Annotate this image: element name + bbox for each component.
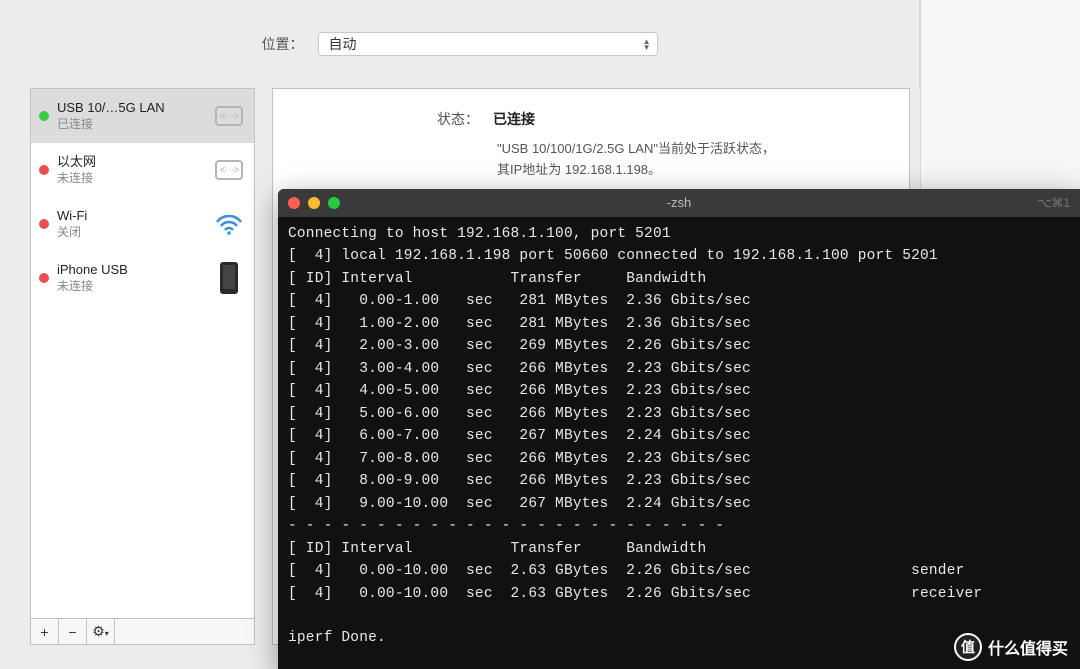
location-value: 自动 — [329, 34, 357, 54]
terminal-shortcut-hint: ⌥⌘1 — [1037, 194, 1070, 213]
sidebar-item-0[interactable]: USB 10/…5G LAN已连接 — [31, 89, 254, 143]
status-dot-icon — [39, 165, 49, 175]
status-desc-line: 其IP地址为 192.168.1.198。 — [497, 160, 885, 181]
status-value: 已连接 — [493, 109, 535, 129]
sidebar-item-text: iPhone USB未连接 — [57, 262, 204, 294]
status-label: 状态： — [437, 109, 479, 129]
status-dot-icon — [39, 273, 49, 283]
sidebar-item-sub: 关闭 — [57, 225, 204, 241]
sidebar-item-title: Wi-Fi — [57, 208, 204, 225]
settings-button[interactable]: ⚙︎▾ — [87, 619, 115, 644]
sidebar-item-sub: 未连接 — [57, 171, 204, 187]
watermark-text: 什么值得买 — [988, 635, 1068, 659]
sidebar-item-2[interactable]: Wi-Fi关闭 — [31, 197, 254, 251]
location-select[interactable]: 自动 ▲▼ — [318, 32, 658, 56]
sidebar-item-title: 以太网 — [57, 154, 204, 171]
network-sidebar: USB 10/…5G LAN已连接以太网未连接Wi-Fi关闭iPhone USB… — [30, 88, 255, 645]
terminal-body[interactable]: Connecting to host 192.168.1.100, port 5… — [278, 217, 1080, 656]
ethernet-icon — [212, 99, 246, 133]
wifi-icon — [212, 207, 246, 241]
add-button[interactable]: + — [31, 619, 59, 644]
remove-button[interactable]: − — [59, 619, 87, 644]
terminal-titlebar[interactable]: -zsh ⌥⌘1 — [278, 189, 1080, 217]
sidebar-item-title: iPhone USB — [57, 262, 204, 279]
network-interface-list: USB 10/…5G LAN已连接以太网未连接Wi-Fi关闭iPhone USB… — [31, 89, 254, 618]
chevron-up-down-icon: ▲▼ — [643, 39, 651, 50]
location-label: 位置： — [262, 34, 304, 54]
sidebar-item-3[interactable]: iPhone USB未连接 — [31, 251, 254, 305]
plus-icon: + — [40, 624, 48, 640]
sidebar-item-sub: 已连接 — [57, 117, 204, 133]
status-dot-icon — [39, 219, 49, 229]
sidebar-item-text: 以太网未连接 — [57, 154, 204, 186]
ethernet-icon — [212, 153, 246, 187]
sidebar-item-sub: 未连接 — [57, 279, 204, 295]
sidebar-item-text: Wi-Fi关闭 — [57, 208, 204, 240]
minus-icon: − — [68, 624, 76, 640]
status-dot-icon — [39, 111, 49, 121]
iphone-icon — [212, 261, 246, 295]
terminal-title: -zsh — [278, 193, 1080, 213]
gear-icon: ⚙︎▾ — [92, 623, 109, 640]
sidebar-item-1[interactable]: 以太网未连接 — [31, 143, 254, 197]
location-bar: 位置： 自动 ▲▼ — [0, 0, 920, 88]
sidebar-item-title: USB 10/…5G LAN — [57, 100, 204, 117]
status-desc-line: "USB 10/100/1G/2.5G LAN"当前处于活跃状态， — [497, 139, 885, 160]
sidebar-footer: + − ⚙︎▾ — [31, 618, 254, 644]
status-description: "USB 10/100/1G/2.5G LAN"当前处于活跃状态， 其IP地址为… — [497, 139, 885, 181]
sidebar-item-text: USB 10/…5G LAN已连接 — [57, 100, 204, 132]
watermark-badge: 值 — [954, 633, 982, 661]
terminal-window[interactable]: -zsh ⌥⌘1 Connecting to host 192.168.1.10… — [278, 189, 1080, 669]
watermark: 值 什么值得买 — [954, 633, 1068, 661]
